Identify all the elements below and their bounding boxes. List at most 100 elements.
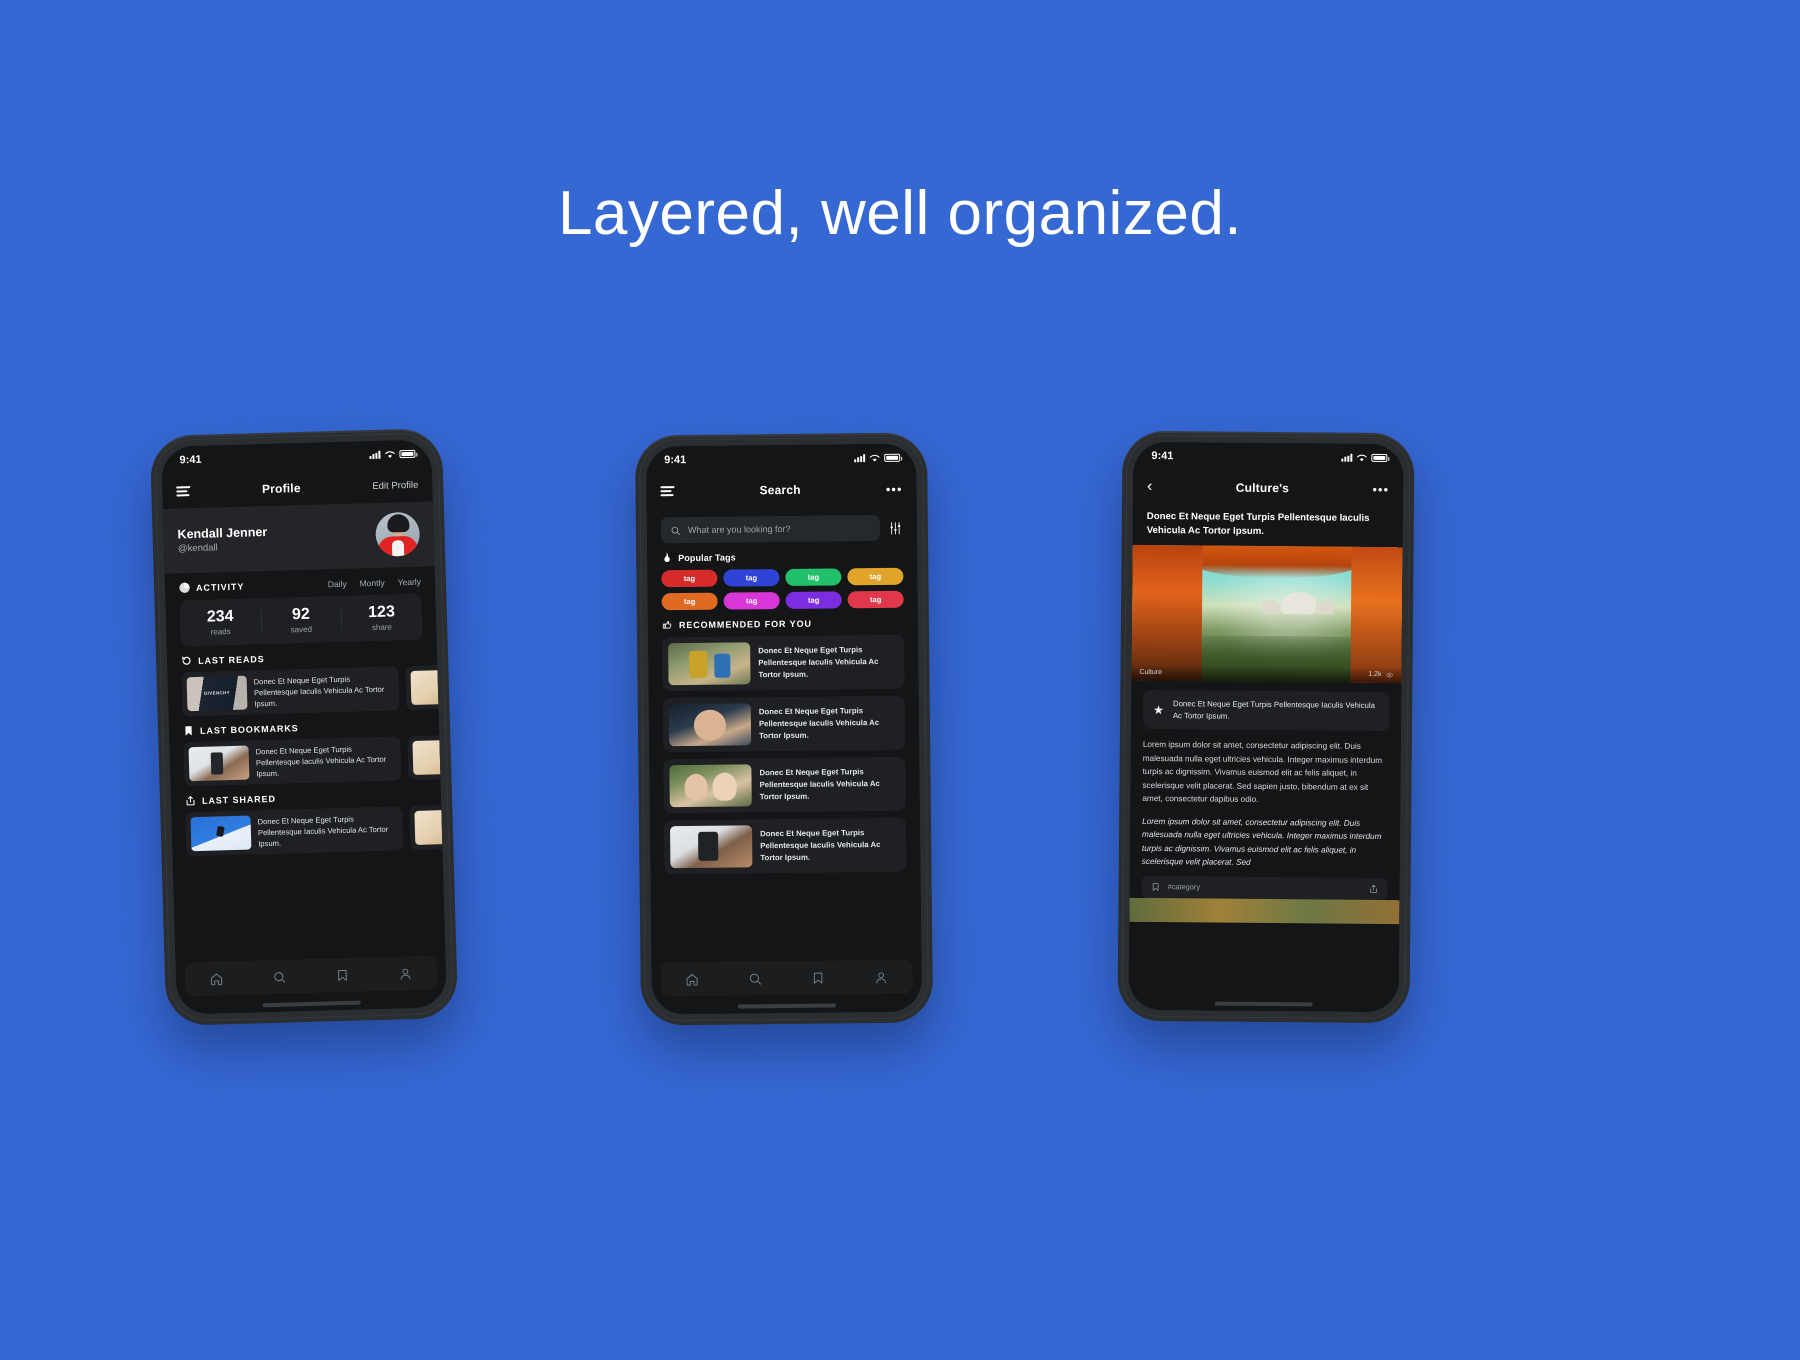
battery-icon <box>399 449 416 459</box>
tab-search[interactable] <box>248 968 311 985</box>
tab-search[interactable] <box>724 970 787 986</box>
tag-pill[interactable]: tag <box>785 591 842 609</box>
person-icon <box>876 971 887 983</box>
article-thumbnail <box>190 815 252 852</box>
segment-daily[interactable]: Daily <box>328 578 347 589</box>
hero-pillar-left <box>1131 544 1203 682</box>
list-item[interactable]: Donec Et Neque Eget Turpis Pellentesque … <box>662 695 906 753</box>
profile-handle: @kendall <box>177 541 218 554</box>
bookmark-icon[interactable] <box>1151 882 1161 892</box>
article-thumbnail <box>412 739 446 775</box>
tag-pill[interactable]: tag <box>847 567 904 586</box>
list-item[interactable]: Donec Et Neque Eget Turpis Pellentesque … <box>662 634 905 692</box>
article-hero-image: Culture 1.2k <box>1131 544 1403 683</box>
activity-label: ACTIVITY <box>195 581 245 593</box>
list-item[interactable]: Donec Et Neque Eget Turpis Pellentesque … <box>181 666 400 717</box>
list-item[interactable]: Donec Et Neque Eget Turpis Pellentesque … <box>185 806 404 857</box>
bottom-tab-bar[interactable] <box>660 959 913 997</box>
article-category-tag[interactable]: #category <box>1168 883 1201 892</box>
avatar[interactable] <box>375 511 421 557</box>
segment-montly[interactable]: Montly <box>359 577 384 588</box>
tab-home[interactable] <box>661 971 724 987</box>
status-time: 9:41 <box>664 454 687 467</box>
hero-dome-center <box>1280 592 1316 615</box>
hero-views-count: 1.2k <box>1368 671 1382 679</box>
share-icon[interactable] <box>1369 884 1379 894</box>
nav-bar-article: ‹ Culture's ••• <box>1132 469 1404 507</box>
recommended-list[interactable]: Donec Et Neque Eget Turpis Pellentesque … <box>648 634 920 875</box>
tab-home[interactable] <box>185 970 248 987</box>
more-icon[interactable]: ••• <box>886 481 903 496</box>
bottom-tab-bar[interactable] <box>184 955 438 997</box>
search-icon <box>749 973 761 985</box>
thumbs-up-icon <box>662 621 672 629</box>
tab-bookmarks[interactable] <box>787 970 850 986</box>
next-article-preview[interactable] <box>1129 897 1400 925</box>
stat-reads-label: reads <box>210 627 231 637</box>
more-icon[interactable]: ••• <box>1372 481 1389 496</box>
profile-name: Kendall Jenner <box>177 524 268 541</box>
list-item[interactable] <box>407 734 446 781</box>
profile-body: Kendall Jenner @kendall ACTIVITY Daily M… <box>162 501 446 963</box>
screen-article: 9:41 ‹ Culture's ••• Donec Et Neque Eget… <box>1128 441 1404 1013</box>
filter-sliders-icon[interactable] <box>888 520 903 535</box>
search-row: What are you looking for? <box>647 506 917 544</box>
tag-pill[interactable]: tag <box>785 568 842 586</box>
list-item-text: Donec Et Neque Eget Turpis Pellentesque … <box>759 767 880 802</box>
hamburger-icon[interactable] <box>176 486 191 497</box>
edit-profile-button[interactable]: Edit Profile <box>372 479 418 491</box>
tag-grid[interactable]: tag tag tag tag tag tag tag tag <box>661 567 904 611</box>
article-thumbnail <box>670 825 753 869</box>
popular-tags-section: Popular Tags tag tag tag tag tag tag tag… <box>647 541 918 611</box>
last-bookmarks-row[interactable]: Donec Et Neque Eget Turpis Pellentesque … <box>183 734 446 787</box>
tag-pill[interactable]: tag <box>661 569 718 588</box>
article-footer-left[interactable]: #category <box>1151 882 1201 892</box>
search-icon <box>671 526 680 535</box>
list-item-text: Donec Et Neque Eget Turpis Pellentesque … <box>257 814 389 848</box>
stat-saved: 92 saved <box>260 605 341 635</box>
list-item[interactable] <box>405 664 446 711</box>
activity-segments[interactable]: Daily Montly Yearly <box>328 576 422 589</box>
popular-tags-header: Popular Tags <box>661 550 903 564</box>
search-input[interactable]: What are you looking for? <box>660 514 881 544</box>
last-reads-row[interactable]: Donec Et Neque Eget Turpis Pellentesque … <box>181 664 446 717</box>
home-indicator <box>1129 996 1399 1012</box>
signal-icon <box>1341 453 1353 462</box>
list-item[interactable]: Donec Et Neque Eget Turpis Pellentesque … <box>663 817 907 875</box>
status-bar: 9:41 <box>1133 442 1403 472</box>
stat-reads-value: 234 <box>206 607 234 626</box>
recommended-label: RECOMMENDED FOR YOU <box>678 618 812 630</box>
status-icons <box>1341 453 1388 463</box>
segment-yearly[interactable]: Yearly <box>398 576 422 587</box>
hero-dome-right <box>1315 600 1335 615</box>
stat-share-value: 123 <box>367 603 396 622</box>
list-item[interactable] <box>409 804 446 851</box>
tag-pill[interactable]: tag <box>847 590 904 609</box>
list-item-text: Donec Et Neque Eget Turpis Pellentesque … <box>758 645 879 680</box>
tab-bookmarks[interactable] <box>311 967 374 984</box>
activity-stats: 234 reads 92 saved 123 share <box>179 593 423 647</box>
article-footer[interactable]: #category <box>1141 875 1388 901</box>
tag-pill[interactable]: tag <box>723 592 780 610</box>
tag-pill[interactable]: tag <box>723 569 780 587</box>
article-thumbnail <box>410 669 446 705</box>
chevron-left-icon[interactable]: ‹ <box>1147 478 1152 495</box>
tab-profile[interactable] <box>850 969 913 985</box>
tag-pill[interactable]: tag <box>661 592 718 611</box>
phone-profile: 9:41 Profile Edit Profile Kendall Jenner… <box>149 428 459 1026</box>
stat-share: 123 share <box>341 603 422 633</box>
list-item[interactable]: Donec Et Neque Eget Turpis Pellentesque … <box>663 756 906 814</box>
list-item[interactable]: Donec Et Neque Eget Turpis Pellentesque … <box>183 736 402 787</box>
poster-stage: Layered, well organized. 9:41 Profile Ed… <box>0 0 1800 1360</box>
bookmark-icon <box>813 972 823 984</box>
tab-profile[interactable] <box>374 965 437 982</box>
status-bar: 9:41 <box>646 444 916 475</box>
stat-saved-value: 92 <box>291 605 310 624</box>
search-icon <box>274 971 286 983</box>
share-icon <box>186 796 195 806</box>
hamburger-icon[interactable] <box>660 486 675 497</box>
screen-search: 9:41 Search ••• What are you looking for… <box>646 443 922 1015</box>
article-thumbnail <box>186 675 248 712</box>
phone-article: 9:41 ‹ Culture's ••• Donec Et Neque Eget… <box>1117 430 1415 1024</box>
last-shared-row[interactable]: Donec Et Neque Eget Turpis Pellentesque … <box>185 804 446 857</box>
